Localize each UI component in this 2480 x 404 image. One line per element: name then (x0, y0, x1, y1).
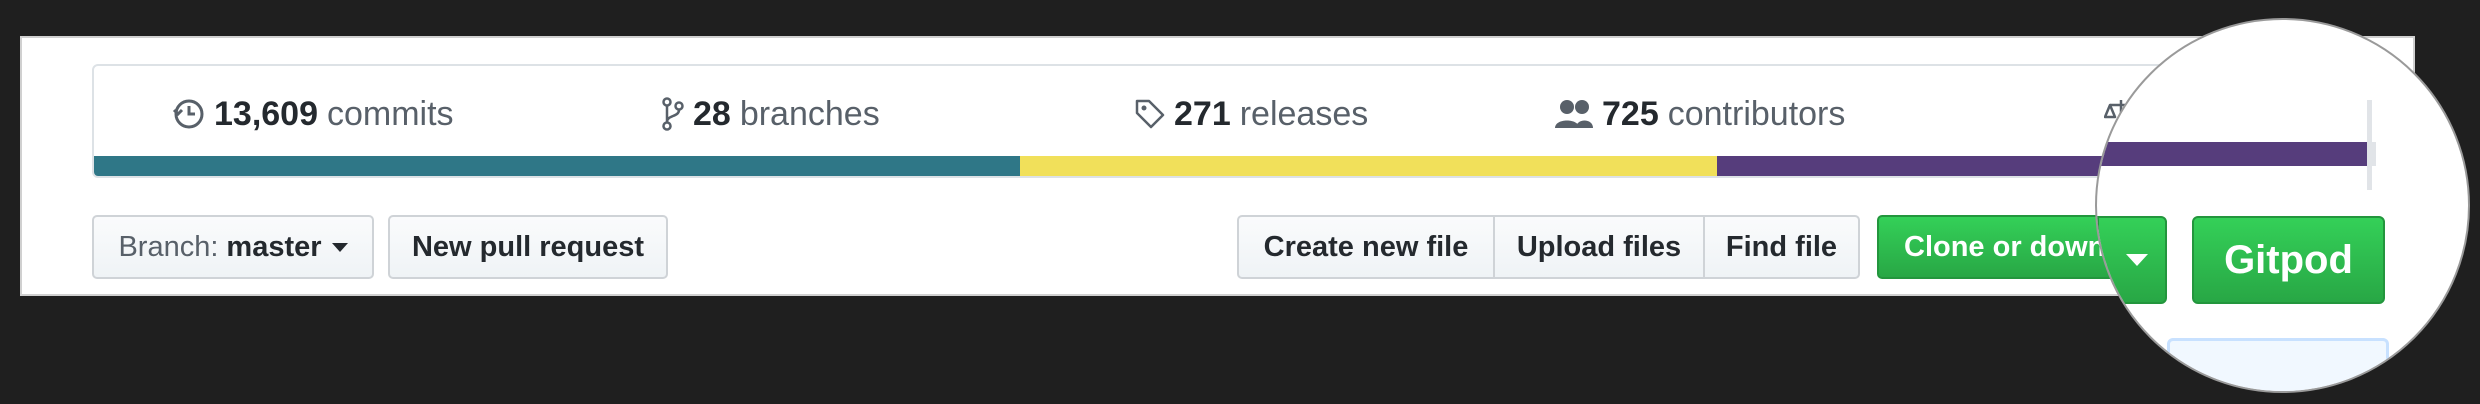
commits-count: 13,609 (214, 94, 318, 133)
new-pull-request-button[interactable]: New pull request (388, 215, 668, 279)
language-segment (94, 156, 1020, 176)
clone-or-download-label: Clone or down (1904, 230, 2106, 263)
language-segment (1019, 156, 1718, 176)
create-new-file-button[interactable]: Create new file (1237, 215, 1495, 279)
branches-link[interactable]: 28 branches (661, 94, 880, 134)
branches-label: branches (739, 94, 880, 133)
commits-link[interactable]: 13,609 commits (172, 94, 454, 134)
magnifier-overlay: Gitpod (2095, 18, 2470, 393)
readme-box-zoomed (2167, 338, 2389, 391)
branches-count: 28 (693, 94, 731, 133)
contributors-label: contributors (1667, 94, 1846, 133)
clone-or-download-caret-zoomed[interactable] (2097, 216, 2167, 304)
branch-name: master (226, 230, 322, 263)
history-icon (172, 99, 204, 129)
contributors-count: 725 (1602, 94, 1659, 133)
releases-link[interactable]: 271 releases (1134, 94, 1368, 134)
contributors-link[interactable]: 725 contributors (1554, 94, 1845, 134)
people-icon (1555, 100, 1593, 128)
branch-select-button[interactable]: Branch: master (92, 215, 374, 279)
tag-icon (1135, 99, 1165, 129)
summary-edge-zoomed (2367, 100, 2372, 190)
language-segment (2097, 142, 2367, 166)
repository-summary: 13,609 commits 28 branches 271 releases (92, 64, 2382, 178)
find-file-button[interactable]: Find file (1703, 215, 1860, 279)
branch-icon (662, 97, 684, 131)
language-bar[interactable] (94, 156, 2380, 176)
gitpod-button[interactable]: Gitpod (2192, 216, 2385, 304)
releases-count: 271 (1174, 94, 1231, 133)
commits-label: commits (327, 94, 454, 133)
caret-down-icon (331, 242, 348, 252)
branch-prefix: Branch: (118, 230, 219, 263)
upload-files-button[interactable]: Upload files (1493, 215, 1705, 279)
caret-down-icon (2126, 254, 2148, 266)
repo-header-panel: 13,609 commits 28 branches 271 releases (20, 36, 2415, 296)
language-bar-zoomed (2097, 142, 2367, 166)
releases-label: releases (1239, 94, 1369, 133)
